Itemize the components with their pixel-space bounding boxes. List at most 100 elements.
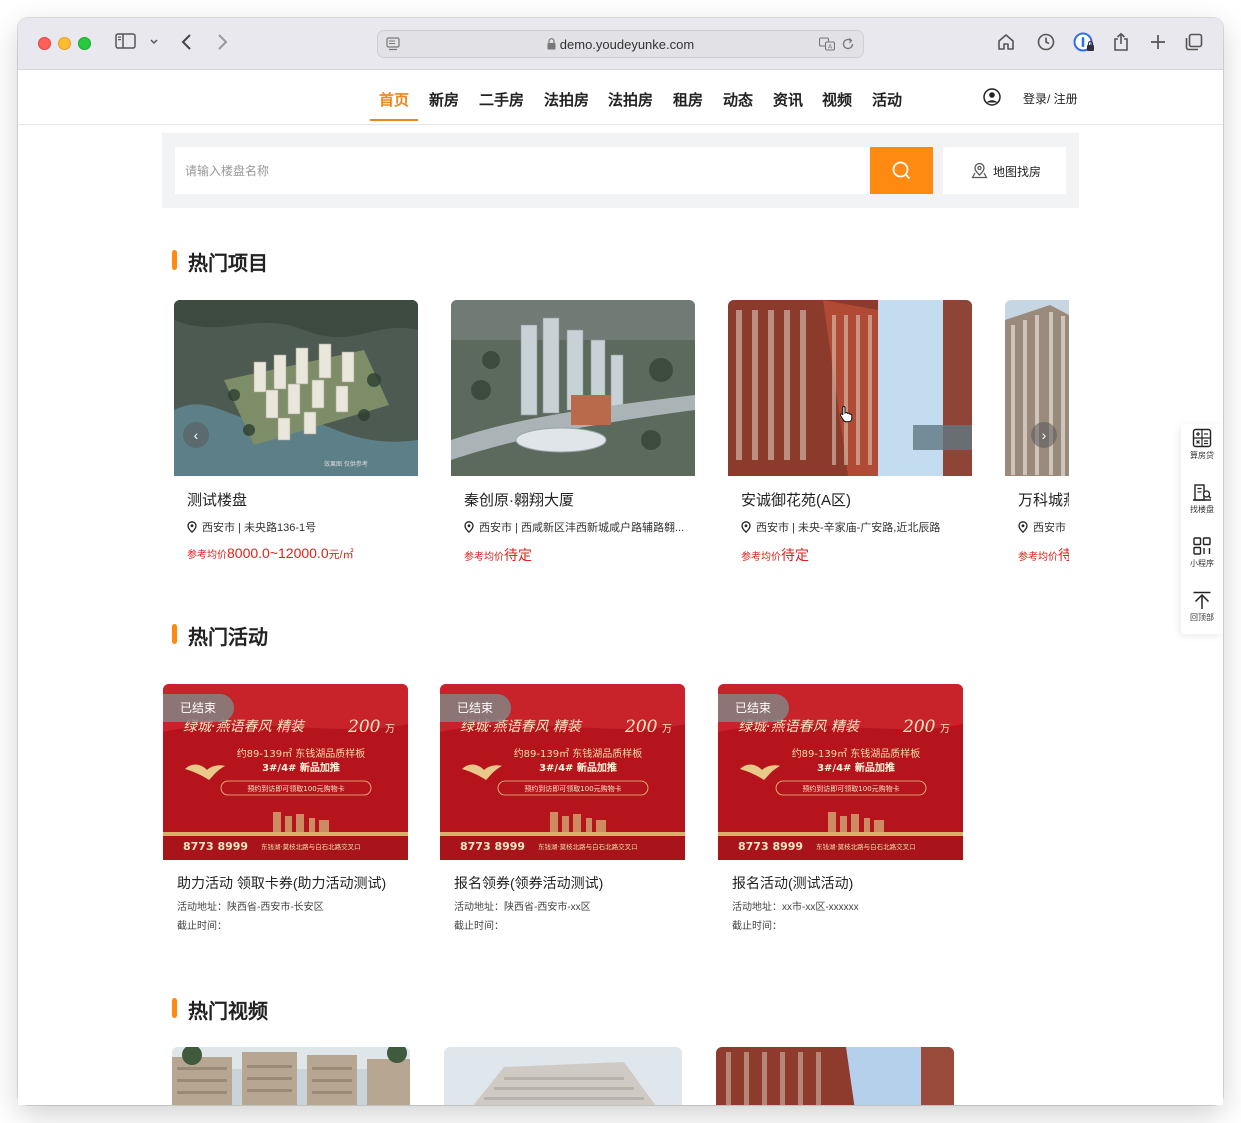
login-register-link[interactable]: 登录/ 注册 [1023,90,1078,107]
nav-item-second-hand[interactable]: 二手房 [479,89,524,110]
poster-location: 东钱湖·莫枝北路与白石北路交叉口 [816,842,916,851]
activity-card[interactable]: 绿城·燕语春风 精装 200 万约89-139㎡ 东钱湖品质样板 3#/4# 新品加推… [718,684,963,944]
poster-line: 3#/4# 新品加推 [539,761,617,774]
project-name: 秦创原·翱翔大厦 [464,492,574,509]
activity-card[interactable]: 绿城·燕语春风 精装 200 万约89-139㎡ 东钱湖品质样板 3#/4# 新品加推… [440,684,685,944]
nav-item-auction-2[interactable]: 法拍房 [608,89,653,110]
to-top-icon [1193,591,1211,609]
poster-price-unit: 万 [385,724,395,735]
status-badge: 已结束 [440,694,512,722]
activity-card[interactable]: 绿城·燕语春风 精装 200 万约89-139㎡ 东钱湖品质样板 3#/4# 新品加推… [163,684,408,944]
project-address: 西安市 | 未央-辛家庙-广安路,近北辰路 [741,519,967,535]
top-navigation: 首页 新房 二手房 法拍房 法拍房 租房 动态 资讯 视频 活动 登录/ 注册 [18,71,1223,125]
activity-address: 活动地址：陕西省-西安市-长安区 [177,902,324,913]
hot-projects-carousel: 效果图 仅供参考 ‹ 测试楼盘 西安市 | 未央路136-1号 参考均价8000… [174,300,1069,570]
location-pin-icon [1018,521,1028,533]
poster-location: 东钱湖·莫枝北路与白石北路交叉口 [261,842,361,851]
poster-line: 约89-139㎡ 东钱湖品质样板 [237,747,366,760]
history-icon[interactable] [1036,32,1056,52]
project-name: 测试楼盘 [187,492,248,509]
project-card[interactable]: › 万科城燕 西安市 参考均价待定 [1005,300,1069,570]
project-image [1005,300,1069,476]
section-title-hot-videos: 热门视频 [172,995,268,1024]
poster-line: 约89-139㎡ 东钱湖品质样板 [514,747,643,760]
address-bar[interactable]: demo.youdeyunke.com A [377,30,864,58]
search-icon [892,161,911,180]
zoom-window-button[interactable] [78,37,91,50]
chevron-down-icon[interactable] [149,34,159,50]
poster-phone: 8773 8999 [738,840,803,853]
video-card[interactable] [716,1047,954,1105]
sidebar-item-mortgage-calculator[interactable]: 算房贷 [1181,428,1223,482]
poster-line: 预约到访即可领取100元购物卡 [802,784,899,793]
activity-deadline: 截止时间： [454,921,504,932]
search-input[interactable] [175,147,871,194]
nav-item-articles[interactable]: 资讯 [773,89,803,110]
nav-item-videos[interactable]: 视频 [822,89,852,110]
building-icon [1193,484,1212,501]
back-icon[interactable] [180,32,194,52]
project-address: 西安市 [1018,519,1069,535]
sidebar-item-find-property[interactable]: 找楼盘 [1181,482,1223,536]
password-extension-icon[interactable] [1073,32,1095,54]
share-icon[interactable] [1112,32,1130,52]
video-card[interactable] [172,1047,410,1105]
nav-item-auction[interactable]: 法拍房 [544,89,589,110]
section-title-hot-projects: 热门项目 [172,247,268,276]
carousel-prev-button[interactable]: ‹ [183,422,209,448]
activity-address: 活动地址：xx市-xx区-xxxxxx [732,902,859,913]
project-name: 万科城燕 [1018,492,1069,509]
tab-overview-icon[interactable] [1184,32,1204,52]
project-image [451,300,695,476]
nav-item-news-feed[interactable]: 动态 [723,89,753,110]
activity-address: 活动地址：陕西省-西安市-xx区 [454,902,591,913]
poster-price-unit: 万 [662,724,672,735]
carousel-next-button[interactable]: › [1031,422,1057,448]
poster-line: 3#/4# 新品加推 [817,761,895,774]
sidebar-toggle-icon[interactable] [115,32,137,50]
sidebar-label: 回顶部 [1190,613,1214,622]
minimize-window-button[interactable] [58,37,71,50]
project-card[interactable]: 安诚御花苑(A区) 西安市 | 未央-辛家庙-广安路,近北辰路 参考均价待定 [728,300,972,570]
map-search-button[interactable]: 地图找房 [943,147,1066,194]
video-card[interactable] [444,1047,682,1105]
status-badge: 已结束 [163,694,235,722]
poster-price: 200 [347,717,381,737]
svg-text:效果图 仅供参考: 效果图 仅供参考 [324,460,368,468]
activity-deadline: 截止时间： [732,921,782,932]
status-badge: 已结束 [718,694,790,722]
close-window-button[interactable] [38,37,51,50]
poster-location: 东钱湖·莫枝北路与白石北路交叉口 [538,842,638,851]
project-name: 安诚御花苑(A区) [741,492,851,509]
project-price: 参考均价8000.0~12000.0元/㎡ [187,545,354,561]
poster-price: 200 [902,717,936,737]
nav-item-home[interactable]: 首页 [379,89,409,110]
section-title-hot-activities: 热门活动 [172,621,268,650]
project-card[interactable]: 秦创原·翱翔大厦 西安市 | 西咸新区沣西新城咸户路辅路翱... 参考均价待定 [451,300,695,570]
reload-icon[interactable] [841,37,855,56]
project-image [728,300,972,476]
home-icon[interactable] [996,32,1016,52]
project-address: 西安市 | 未央路136-1号 [187,519,413,535]
nav-item-rent[interactable]: 租房 [673,89,703,110]
new-tab-icon[interactable] [1149,32,1167,52]
project-card[interactable]: 效果图 仅供参考 ‹ 测试楼盘 西安市 | 未央路136-1号 参考均价8000… [174,300,418,570]
project-address: 西安市 | 西咸新区沣西新城咸户路辅路翱... [464,519,690,535]
poster-line: 预约到访即可领取100元购物卡 [247,784,344,793]
nav-item-activities[interactable]: 活动 [872,89,902,110]
project-image: 效果图 仅供参考 [174,300,418,476]
sidebar-item-mini-program[interactable]: 小程序 [1181,536,1223,590]
poster-line: 约89-139㎡ 东钱湖品质样板 [792,747,921,760]
user-avatar-icon[interactable] [983,88,1001,111]
search-button[interactable] [870,147,933,194]
nav-item-new-house[interactable]: 新房 [429,89,459,110]
forward-icon[interactable] [215,32,229,52]
web-page: 首页 新房 二手房 法拍房 法拍房 租房 动态 资讯 视频 活动 登录/ 注册 … [18,71,1223,1105]
poster-line: 预约到访即可领取100元购物卡 [524,784,621,793]
project-price: 参考均价待定 [741,547,809,563]
location-pin-icon [741,521,751,533]
project-price: 参考均价待定 [464,547,532,563]
sidebar-item-back-to-top[interactable]: 回顶部 [1181,590,1223,644]
translate-icon[interactable]: A [818,37,836,56]
location-pin-icon [464,521,474,533]
